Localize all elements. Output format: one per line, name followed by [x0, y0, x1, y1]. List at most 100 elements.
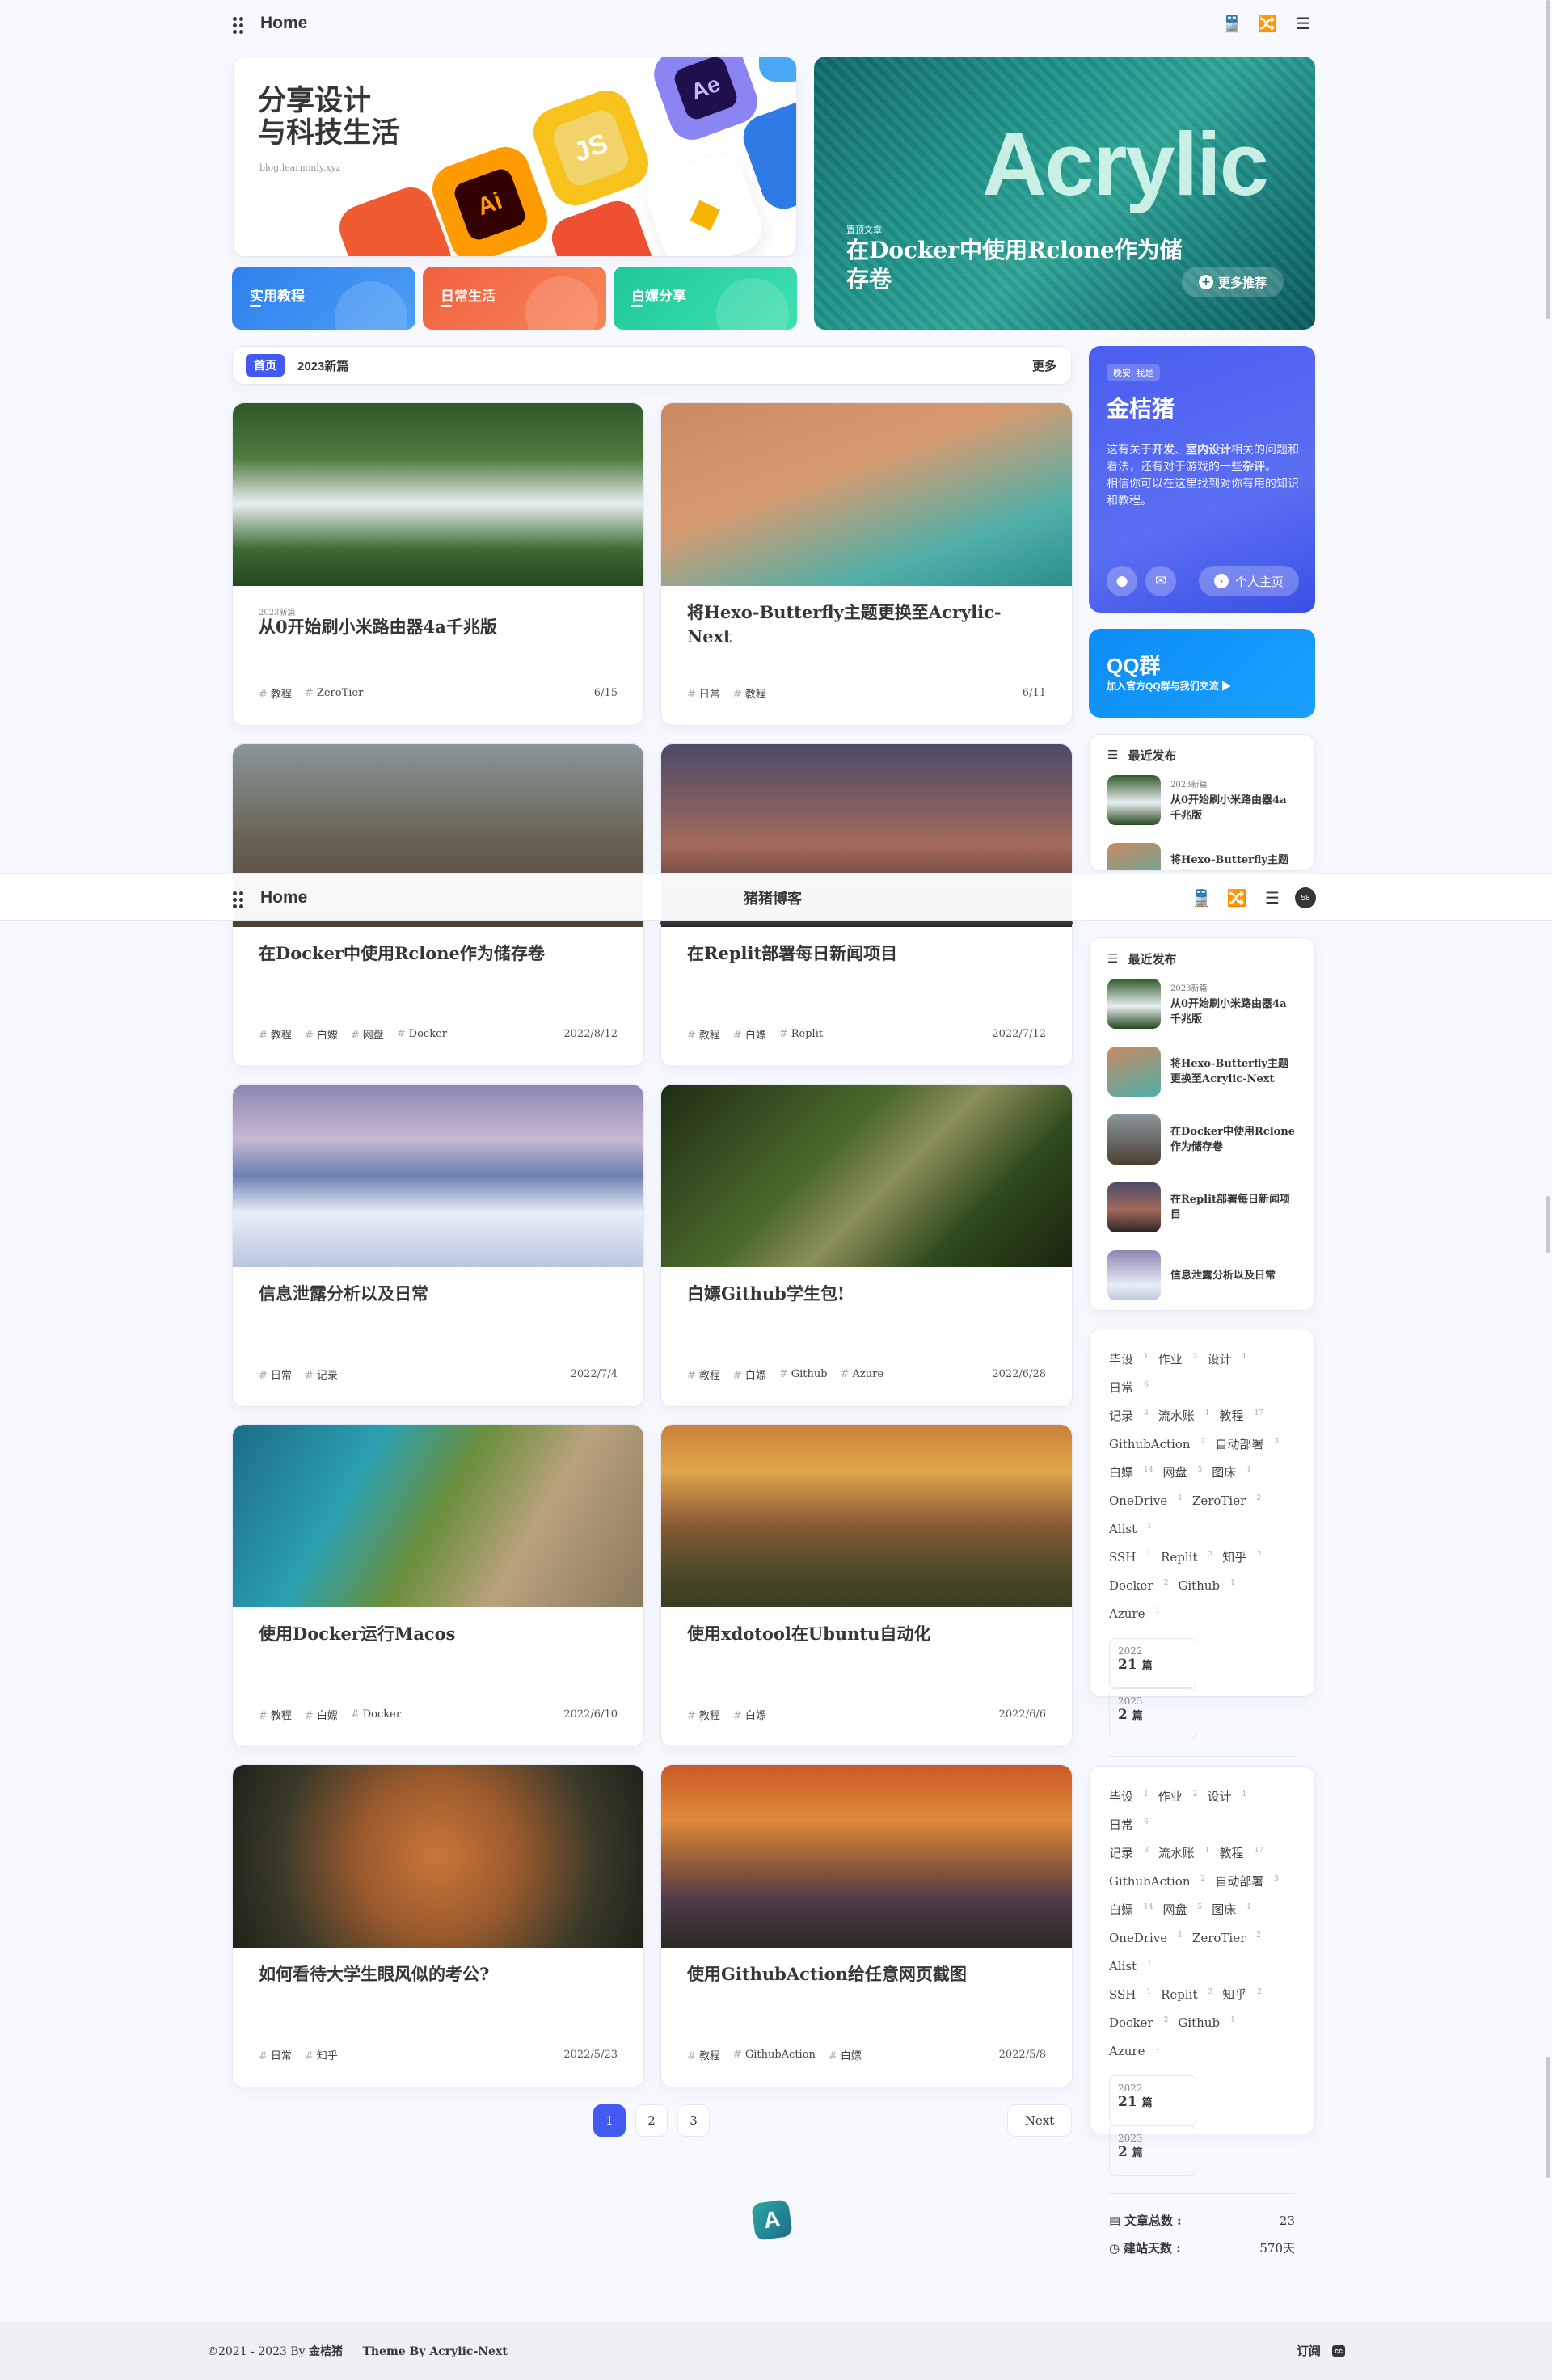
- featured-post-card[interactable]: Acrylic 置顶文章 在Docker中使用Rclone作为储 存卷 + 更多…: [814, 57, 1315, 330]
- tag-link[interactable]: 网盘 5: [1162, 1457, 1202, 1485]
- cc-license-icon[interactable]: cc: [1331, 2344, 1345, 2357]
- post-card[interactable]: 如何看待大学生眼风似的考公? # 日常 # 知乎 2022/5/23: [232, 1764, 644, 2087]
- tag-link[interactable]: 自动部署 3: [1215, 1429, 1279, 1457]
- toggle-icon[interactable]: ☰: [1290, 11, 1316, 36]
- page-button-3[interactable]: 3: [677, 2104, 710, 2137]
- announce-text[interactable]: 2023新篇: [297, 357, 348, 374]
- recent-item[interactable]: 在Docker中使用Rclone作为储存卷: [1107, 1114, 1297, 1165]
- post-tag[interactable]: # Azure: [841, 1368, 884, 1380]
- tag-link[interactable]: 流水账 1: [1158, 1838, 1210, 1866]
- post-title[interactable]: 信息泄露分析以及日常: [259, 1282, 614, 1306]
- post-tag[interactable]: # ZeroTier: [305, 687, 363, 699]
- email-icon[interactable]: ✉: [1145, 566, 1176, 596]
- scroll-percent-badge[interactable]: 58: [1295, 887, 1316, 908]
- post-tag[interactable]: # 网盘: [351, 1026, 384, 1042]
- github-icon[interactable]: ●: [1107, 566, 1137, 596]
- nav-home-link[interactable]: Home: [260, 888, 307, 908]
- tag-link[interactable]: 记录 3: [1109, 1838, 1149, 1866]
- post-title[interactable]: 在Replit部署每日新闻项目: [687, 941, 1043, 966]
- announce-more-link[interactable]: 更多: [1032, 357, 1056, 374]
- tag-link[interactable]: Alist 1: [1109, 1514, 1152, 1542]
- tag-link[interactable]: 记录 3: [1109, 1401, 1149, 1429]
- post-title[interactable]: 使用xdotool在Ubuntu自动化: [687, 1622, 1043, 1646]
- post-card[interactable]: 使用GithubAction给任意网页截图 # 教程 # GithubAction …: [660, 1764, 1073, 2087]
- post-tag[interactable]: # GithubAction: [733, 2049, 816, 2061]
- tag-link[interactable]: 作业 2: [1158, 1781, 1198, 1809]
- recent-item[interactable]: 2023新篇 从0开始刷小米路由器4a千兆版: [1107, 775, 1297, 825]
- archive-year[interactable]: 2023 2 篇: [1109, 2125, 1196, 2176]
- post-tag[interactable]: # 日常: [259, 1367, 292, 1382]
- tag-link[interactable]: Github 1: [1178, 2007, 1234, 2036]
- tag-link[interactable]: 图床 1: [1212, 1457, 1251, 1485]
- footer-theme-link[interactable]: Theme By Acrylic-Next: [362, 2345, 507, 2358]
- tag-link[interactable]: Replit 3: [1161, 1979, 1212, 2007]
- tag-link[interactable]: 设计 1: [1208, 1781, 1247, 1809]
- shuffle-icon[interactable]: 🔀: [1224, 885, 1250, 911]
- more-recommend-button[interactable]: + 更多推荐: [1182, 267, 1284, 297]
- recent-item[interactable]: 2023新篇 从0开始刷小米路由器4a千兆版: [1107, 979, 1297, 1029]
- tag-link[interactable]: 作业 2: [1158, 1344, 1198, 1372]
- tag-link[interactable]: 自动部署 3: [1215, 1866, 1279, 1894]
- post-tag[interactable]: # 教程: [733, 685, 766, 701]
- shuffle-icon[interactable]: 🔀: [1255, 11, 1280, 36]
- tag-link[interactable]: Azure 1: [1109, 2036, 1160, 2064]
- post-tag[interactable]: # 知乎: [305, 2047, 338, 2062]
- post-card[interactable]: 2023新篇 从0开始刷小米路由器4a千兆版 # 教程 # ZeroTier 6/1…: [232, 402, 644, 726]
- tag-link[interactable]: Docker 2: [1109, 1570, 1168, 1599]
- recent-item[interactable]: 将Hexo-Butterfly主题更换至Acrylic-Next: [1107, 843, 1297, 870]
- post-tag[interactable]: # 白嫖: [305, 1707, 338, 1722]
- post-title[interactable]: 使用Docker运行Macos: [259, 1622, 614, 1646]
- tag-link[interactable]: 教程 17: [1220, 1401, 1263, 1429]
- post-title[interactable]: 如何看待大学生眼风似的考公?: [259, 1962, 614, 1986]
- recent-item[interactable]: 将Hexo-Butterfly主题更换至Acrylic-Next: [1107, 1047, 1297, 1097]
- post-tag[interactable]: # 教程: [687, 1707, 720, 1722]
- tag-link[interactable]: ZeroTier 2: [1192, 1485, 1261, 1514]
- nav-home-link[interactable]: Home: [260, 14, 307, 33]
- tag-link[interactable]: Alist 1: [1109, 1951, 1152, 1979]
- post-tag[interactable]: # 记录: [305, 1367, 338, 1382]
- train-icon[interactable]: 🚆: [1188, 885, 1214, 911]
- page-button-2[interactable]: 2: [635, 2104, 668, 2137]
- tag-link[interactable]: Azure 1: [1109, 1599, 1160, 1627]
- page-button-1[interactable]: 1: [593, 2104, 626, 2137]
- tag-link[interactable]: 网盘 5: [1162, 1894, 1202, 1923]
- footer-author-link[interactable]: 金桔猪: [309, 2345, 343, 2358]
- tag-link[interactable]: 知乎 2: [1222, 1979, 1262, 2007]
- post-tag[interactable]: # 白嫖: [733, 1026, 766, 1042]
- archive-year[interactable]: 2022 21 篇: [1109, 2075, 1196, 2125]
- tag-link[interactable]: Docker 2: [1109, 2007, 1168, 2036]
- menu-grip-icon[interactable]: [233, 891, 246, 908]
- tag-link[interactable]: 教程 17: [1220, 1838, 1263, 1866]
- post-tag[interactable]: # 教程: [687, 1026, 720, 1042]
- post-title[interactable]: 白嫖Github学生包!: [687, 1282, 1043, 1306]
- tag-link[interactable]: 设计 1: [1208, 1344, 1247, 1372]
- recent-item[interactable]: 信息泄露分析以及日常: [1107, 1250, 1297, 1300]
- archive-year[interactable]: 2023 2 篇: [1109, 1688, 1196, 1738]
- tag-link[interactable]: 日常 6: [1109, 1809, 1149, 1838]
- tag-link[interactable]: ZeroTier 2: [1192, 1923, 1261, 1951]
- post-tag[interactable]: # 教程: [259, 1026, 292, 1042]
- train-icon[interactable]: 🚆: [1219, 11, 1245, 36]
- post-tag[interactable]: # 日常: [687, 685, 720, 701]
- tag-link[interactable]: 白嫖 14: [1109, 1894, 1153, 1923]
- post-tag[interactable]: # Docker: [351, 1708, 401, 1721]
- tag-link[interactable]: Github 1: [1178, 1570, 1234, 1599]
- home-page-button[interactable]: › 个人主页: [1199, 566, 1299, 596]
- tag-link[interactable]: 知乎 2: [1222, 1542, 1262, 1570]
- tag-link[interactable]: SSH 1: [1109, 1542, 1151, 1570]
- tag-link[interactable]: 日常 6: [1109, 1372, 1149, 1401]
- scrollbar-thumb[interactable]: [1546, 1196, 1550, 1253]
- scrollbar-thumb[interactable]: [1546, 2057, 1550, 2178]
- post-tag[interactable]: # Docker: [397, 1028, 447, 1040]
- qq-group-card[interactable]: QQ群 加入官方QQ群与我们交流 ▶: [1089, 629, 1315, 718]
- post-tag[interactable]: # 日常: [259, 2047, 292, 2062]
- post-tag[interactable]: # 白嫖: [829, 2047, 862, 2062]
- post-tag[interactable]: # 白嫖: [305, 1026, 338, 1042]
- post-tag[interactable]: # 教程: [687, 1367, 720, 1382]
- recent-item[interactable]: 在Replit部署每日新闻项目: [1107, 1182, 1297, 1232]
- toggle-icon[interactable]: ☰: [1259, 885, 1285, 911]
- post-title[interactable]: 在Docker中使用Rclone作为储存卷: [259, 941, 614, 966]
- post-title[interactable]: 将Hexo-Butterfly主题更换至Acrylic-Next: [687, 600, 1043, 649]
- post-tag[interactable]: # 教程: [259, 685, 292, 701]
- tag-link[interactable]: 白嫖 14: [1109, 1457, 1153, 1485]
